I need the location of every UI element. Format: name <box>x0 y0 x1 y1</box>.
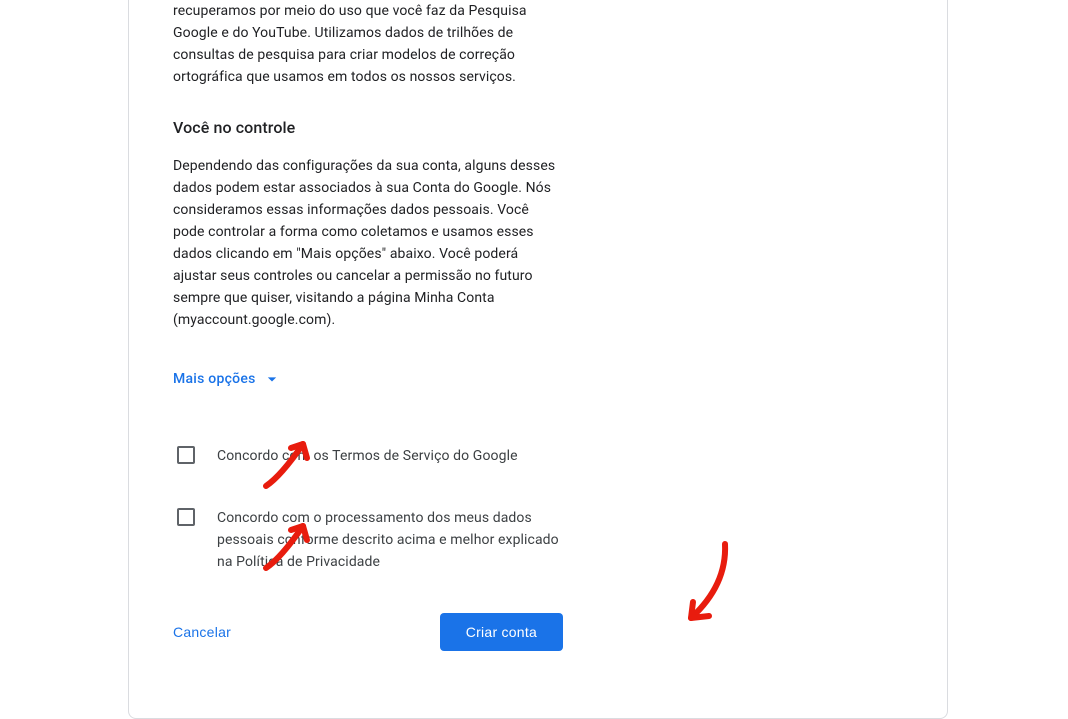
cancel-button[interactable]: Cancelar <box>165 616 239 648</box>
control-section-title: Você no controle <box>173 118 563 137</box>
intro-paragraph: recuperamos por meio do uso que você faz… <box>173 0 563 88</box>
content-column: recuperamos por meio do uso que você faz… <box>173 0 563 651</box>
privacy-checkbox-label: Concordo com o processamento dos meus da… <box>217 507 563 573</box>
privacy-checkbox-row: Concordo com o processamento dos meus da… <box>173 507 563 573</box>
privacy-checkbox[interactable] <box>177 508 195 526</box>
more-options-toggle[interactable]: Mais opções <box>173 369 282 389</box>
terms-checkbox-label: Concordo com os Termos de Serviço do Goo… <box>217 445 518 467</box>
action-buttons: Cancelar Criar conta <box>173 613 563 651</box>
more-options-label: Mais opções <box>173 371 256 387</box>
signup-card: recuperamos por meio do uso que você faz… <box>128 0 948 719</box>
chevron-down-icon <box>262 369 282 389</box>
terms-checkbox[interactable] <box>177 446 195 464</box>
control-section-paragraph: Dependendo das configurações da sua cont… <box>173 155 563 331</box>
annotation-arrow-icon <box>677 540 737 630</box>
create-account-button[interactable]: Criar conta <box>440 613 563 651</box>
consent-checkboxes: Concordo com os Termos de Serviço do Goo… <box>173 445 563 573</box>
terms-checkbox-row: Concordo com os Termos de Serviço do Goo… <box>173 445 563 467</box>
